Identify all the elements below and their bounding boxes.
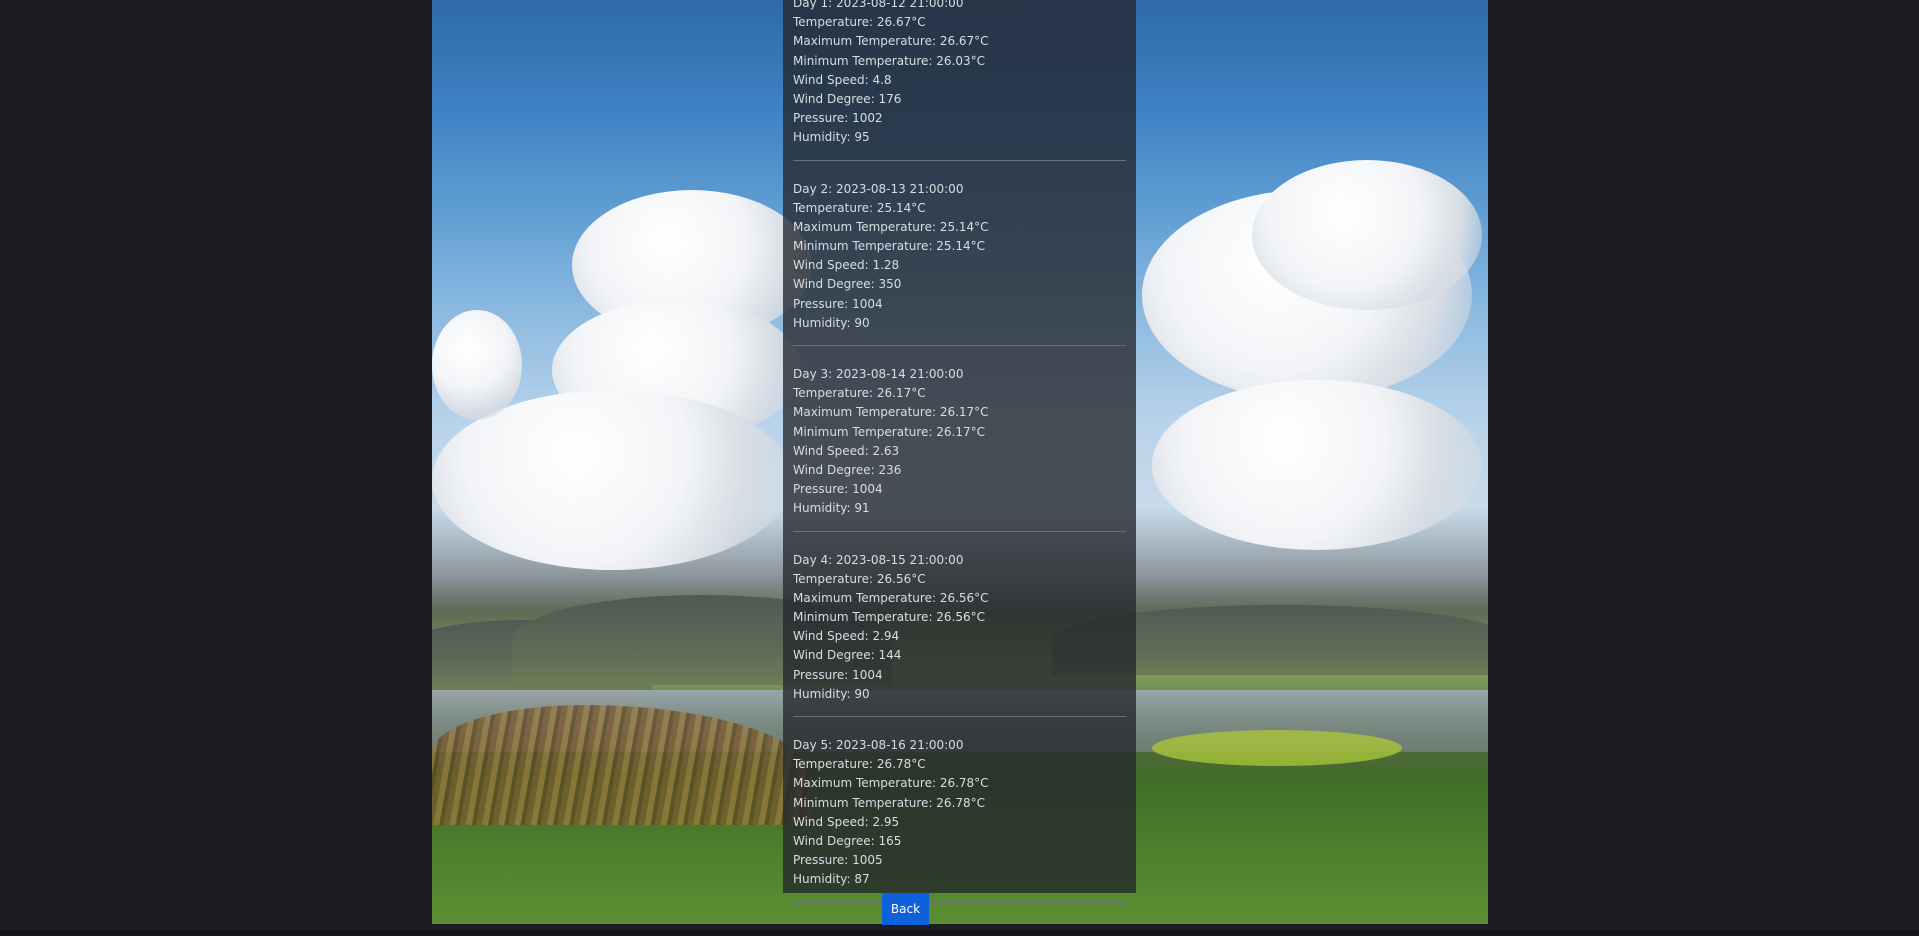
algae-patch <box>1152 730 1402 766</box>
pressure-value: Pressure: 1004 <box>793 296 883 311</box>
humidity-value: Humidity: 87 <box>793 872 870 887</box>
wind-degree-value: Wind Degree: 236 <box>793 462 902 477</box>
temperature-value: Temperature: 26.17°C <box>793 386 926 401</box>
min-temperature-value: Minimum Temperature: 25.14°C <box>793 239 986 254</box>
min-temperature-value: Minimum Temperature: 26.03°C <box>793 53 986 68</box>
day-title: Day 3: 2023-08-14 21:00:00 <box>793 367 964 381</box>
forecast-day-list: Day 1: 2023-08-12 21:00:00 Temperature: 2… <box>793 0 1126 915</box>
forecast-day-card: Day 2: 2023-08-13 21:00:00 Temperature: 2… <box>793 173 1126 346</box>
wind-speed-value: Wind Speed: 2.63 <box>793 443 900 458</box>
wind-degree-value: Wind Degree: 144 <box>793 648 902 663</box>
forecast-day-card: Day 5: 2023-08-16 21:00:00 Temperature: 2… <box>793 729 1126 903</box>
max-temperature-value: Maximum Temperature: 26.17°C <box>793 405 989 420</box>
forecast-day-card: Day 3: 2023-08-14 21:00:00 Temperature: 2… <box>793 358 1126 532</box>
wind-degree-value: Wind Degree: 176 <box>793 91 902 106</box>
max-temperature-value: Maximum Temperature: 26.78°C <box>793 776 989 791</box>
temperature-value: Temperature: 26.67°C <box>793 15 926 30</box>
pressure-value: Pressure: 1005 <box>793 853 883 868</box>
min-temperature-value: Minimum Temperature: 26.17°C <box>793 424 986 439</box>
cloud-shape <box>1252 160 1482 310</box>
back-button[interactable]: Back <box>882 893 929 925</box>
day-title: Day 4: 2023-08-15 21:00:00 <box>793 552 964 567</box>
pressure-value: Pressure: 1004 <box>793 482 883 497</box>
max-temperature-value: Maximum Temperature: 26.67°C <box>793 34 989 49</box>
temperature-value: Temperature: 26.78°C <box>793 757 926 772</box>
pressure-value: Pressure: 1002 <box>793 111 883 126</box>
humidity-value: Humidity: 95 <box>793 130 870 145</box>
humidity-value: Humidity: 91 <box>793 501 870 516</box>
wind-speed-value: Wind Speed: 1.28 <box>793 258 900 273</box>
day-title: Day 2: 2023-08-13 21:00:00 <box>793 181 964 196</box>
max-temperature-value: Maximum Temperature: 25.14°C <box>793 219 989 234</box>
forecast-day-card: Day 4: 2023-08-15 21:00:00 Temperature: 2… <box>793 544 1126 717</box>
bottom-edge <box>0 930 1919 936</box>
day-title: Day 1: 2023-08-12 21:00:00 <box>793 0 964 10</box>
temperature-value: Temperature: 25.14°C <box>793 200 926 215</box>
wind-speed-value: Wind Speed: 2.95 <box>793 814 900 829</box>
forecast-day-card: Day 1: 2023-08-12 21:00:00 Temperature: 2… <box>793 0 1126 161</box>
min-temperature-value: Minimum Temperature: 26.78°C <box>793 795 986 810</box>
cloud-shape <box>1152 380 1482 550</box>
humidity-value: Humidity: 90 <box>793 315 870 330</box>
temperature-value: Temperature: 26.56°C <box>793 571 926 586</box>
wind-speed-value: Wind Speed: 4.8 <box>793 72 892 87</box>
forecast-panel: Day 1: 2023-08-12 21:00:00 Temperature: 2… <box>783 0 1136 903</box>
wind-speed-value: Wind Speed: 2.94 <box>793 629 900 644</box>
max-temperature-value: Maximum Temperature: 26.56°C <box>793 590 989 605</box>
pressure-value: Pressure: 1004 <box>793 667 883 682</box>
day-title: Day 5: 2023-08-16 21:00:00 <box>793 738 964 752</box>
humidity-value: Humidity: 90 <box>793 686 870 701</box>
min-temperature-value: Minimum Temperature: 26.56°C <box>793 610 986 625</box>
wind-degree-value: Wind Degree: 165 <box>793 833 902 848</box>
wind-degree-value: Wind Degree: 350 <box>793 277 902 292</box>
cloud-shape <box>432 310 522 420</box>
